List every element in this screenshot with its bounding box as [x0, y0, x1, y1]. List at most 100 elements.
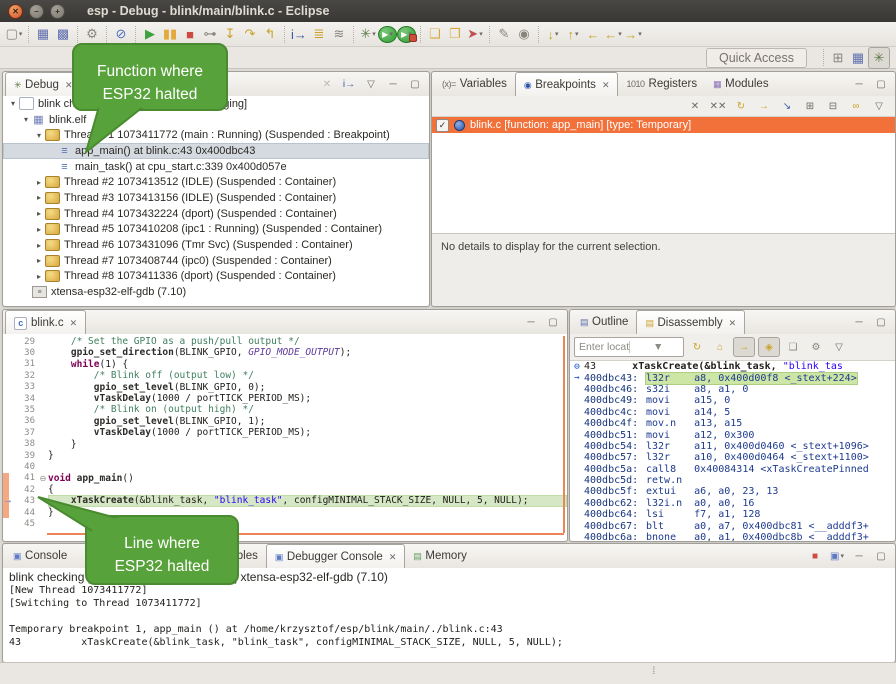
debug-tree-row[interactable]: xtensa-esp32-elf-gdb (7.10)	[3, 284, 429, 300]
tab-disassembly[interactable]: ▤ Disassembly ✕	[636, 310, 745, 335]
maximize-button[interactable]: ▢	[543, 313, 563, 331]
dropdown-caret[interactable]: ▾	[479, 30, 483, 38]
disassembly-row[interactable]: 400dbc54: l32r a11, 0x400d0460 <_stext+1…	[570, 441, 895, 452]
code-line[interactable]: 41 void app_main()	[3, 473, 567, 484]
go-to-file-for-breakpoint[interactable]: →	[754, 98, 774, 114]
window-minimize-button[interactable]: –	[29, 4, 44, 19]
dropdown-caret[interactable]: ▾	[575, 30, 579, 38]
perspective-debug[interactable]: ✳	[868, 47, 890, 69]
expander-icon[interactable]: ▸	[33, 209, 45, 218]
maximize-button[interactable]: ▢	[405, 75, 425, 93]
dropdown-caret[interactable]: ▾	[372, 30, 376, 38]
step-into[interactable]: ↧	[220, 24, 240, 44]
expander-icon[interactable]: ▸	[33, 272, 45, 281]
step-over[interactable]: ↷	[240, 24, 260, 44]
fold-marker[interactable]	[38, 474, 48, 483]
status-bar-grip[interactable]: ⁞⁞	[652, 666, 654, 677]
console-output[interactable]: blink checking [GDB Hardware Debugging] …	[3, 568, 895, 662]
disassembly-row[interactable]: 400dbc51: movi a12, 0x300	[570, 429, 895, 440]
line-number[interactable]: 31	[9, 359, 38, 369]
perspective-cdt[interactable]: ▦	[848, 48, 868, 68]
step-return[interactable]: ↰	[260, 24, 280, 44]
code-line[interactable]: 33 gpio_set_level(BLINK_GPIO, 0);	[3, 382, 567, 393]
expander-icon[interactable]: ▸	[33, 193, 45, 202]
code-line[interactable]: 40	[3, 461, 567, 472]
debug-tree-row[interactable]: ▸ Thread #8 1073411336 (dport) (Suspende…	[3, 269, 429, 285]
line-number[interactable]: 42	[9, 485, 38, 495]
show-supported-breakpoints[interactable]: ↻	[731, 98, 751, 114]
back[interactable]: ←	[583, 24, 603, 44]
code-line[interactable]: 39 }	[3, 450, 567, 461]
debug-attach[interactable]: ◉	[514, 24, 534, 44]
code-line[interactable]: 34 vTaskDelay(1000 / portTICK_PERIOD_MS)…	[3, 393, 567, 404]
instruction-stepping[interactable]: ≣	[309, 24, 329, 44]
home[interactable]: ⌂	[710, 338, 730, 356]
settings[interactable]: ⚙	[806, 338, 826, 356]
chevron-down-icon[interactable]: ▼	[629, 341, 684, 353]
tab-memory[interactable]: ▤ Memory ✕	[405, 544, 475, 568]
expander-icon[interactable]: ▸	[33, 225, 45, 234]
close-icon[interactable]: ✕	[389, 552, 397, 563]
save-all[interactable]: ▩	[53, 24, 73, 44]
code-line[interactable]: 29 /* Set the GPIO as a push/pull output…	[3, 336, 567, 347]
tab-variables[interactable]: (x)= Variables ✕	[434, 72, 515, 96]
tab-modules[interactable]: ▦ Modules ✕	[705, 72, 776, 96]
debug-context[interactable]: ≋	[329, 24, 349, 44]
expander-icon[interactable]: ▸	[33, 241, 45, 250]
refresh[interactable]: ↻	[687, 338, 707, 356]
follow-pc[interactable]: →	[733, 337, 755, 357]
collapse-all[interactable]: ⊟	[823, 98, 843, 114]
format[interactable]: ✎	[494, 24, 514, 44]
build[interactable]: ⚙	[82, 24, 102, 44]
tab-console[interactable]: ▣ Console ✕	[5, 544, 75, 568]
back-history[interactable]: ←▾	[603, 24, 623, 44]
code-line[interactable]: 32 /* Blink off (output low) */	[3, 370, 567, 381]
disassembly-row[interactable]: 400dbc4c: movi a14, 5	[570, 407, 895, 418]
debug-tree-row[interactable]: ▸ Thread #6 1073431096 (Tmr Svc) (Suspen…	[3, 237, 429, 253]
disassembly-row[interactable]: 400dbc46: s32i a8, a1, 0	[570, 384, 895, 395]
disassembly-row[interactable]: 400dbc64: lsi f7, a1, 128	[570, 509, 895, 520]
debug-tree-row[interactable]: main_task() at cpu_start.c:339 0x400d057…	[3, 159, 429, 175]
debug-tree-row[interactable]: ▸ Thread #7 1073408744 (ipc0) (Suspended…	[3, 253, 429, 269]
dropdown-caret[interactable]: ▾	[840, 552, 844, 560]
line-number[interactable]: 43	[9, 496, 38, 506]
display-selected-console[interactable]: ▣▾	[827, 547, 847, 565]
debug-tree-row[interactable]: ▸ Thread #3 1073413156 (IDLE) (Suspended…	[3, 190, 429, 206]
disconnect[interactable]: ⊶	[200, 24, 220, 44]
terminate[interactable]: ■	[180, 24, 200, 44]
suspend[interactable]: ▮▮	[160, 24, 180, 44]
code-line[interactable]: 43 xTaskCreate(&blink_task, "blink_task"…	[3, 495, 567, 506]
location-input[interactable]: Enter location here ▼	[574, 337, 684, 357]
line-number[interactable]: 33	[9, 382, 38, 392]
code-line[interactable]: 31 while(1) {	[3, 359, 567, 370]
show-type-names[interactable]: i→	[339, 75, 359, 93]
line-number[interactable]: 35	[9, 405, 38, 415]
expander-icon[interactable]: ▸	[33, 256, 45, 265]
debug-tree-row[interactable]: ▾ blink checking [GDB Hardware Debugging…	[3, 96, 429, 112]
code-line[interactable]: 36 gpio_set_level(BLINK_GPIO, 1);	[3, 416, 567, 427]
disassembly-row[interactable]: 400dbc6a: bnone a0, a1, 0x400dbc8b <__ad…	[570, 532, 895, 541]
debug-tree-row[interactable]: ▸ Thread #2 1073413512 (IDLE) (Suspended…	[3, 174, 429, 190]
external-tools[interactable]: ▶▾	[397, 26, 416, 43]
close-icon[interactable]: ✕	[65, 80, 73, 91]
view-menu[interactable]: ▽	[869, 98, 889, 114]
resume[interactable]: ▶	[140, 24, 160, 44]
line-number[interactable]: 29	[9, 337, 38, 347]
save[interactable]: ▦	[33, 24, 53, 44]
disassembly-row[interactable]: 400dbc5f: extui a6, a0, 23, 13	[570, 486, 895, 497]
expander-icon[interactable]: ▾	[7, 99, 19, 108]
code-line[interactable]: 35 /* Blink on (output high) */	[3, 404, 567, 415]
remove-all-terminated[interactable]: ✕	[317, 75, 337, 93]
disassembly-listing[interactable]: ⊖ 43 xTaskCreate(&blink_task, "blink_tas…	[570, 361, 895, 541]
tab-debug[interactable]: ✳ Debug ✕	[5, 72, 81, 97]
debug-tree-row[interactable]: ▸ Thread #4 1073432224 (dport) (Suspende…	[3, 206, 429, 222]
breakpoint-row[interactable]: ✓ blink.c [function: app_main] [type: Te…	[432, 117, 895, 133]
code-line[interactable]: 44 }	[3, 507, 567, 518]
open-new-view[interactable]: ❏	[783, 338, 803, 356]
open-project[interactable]: ❏	[425, 24, 445, 44]
code-line[interactable]: 37 vTaskDelay(1000 / portTICK_PERIOD_MS)…	[3, 427, 567, 438]
tab-debugger-console[interactable]: ▣ Debugger Console ✕	[266, 544, 405, 569]
debug[interactable]: ✳▾	[358, 24, 378, 44]
tab-executables[interactable]: ▤ Executables ✕	[175, 544, 266, 568]
dropdown-caret[interactable]: ▾	[389, 30, 393, 38]
